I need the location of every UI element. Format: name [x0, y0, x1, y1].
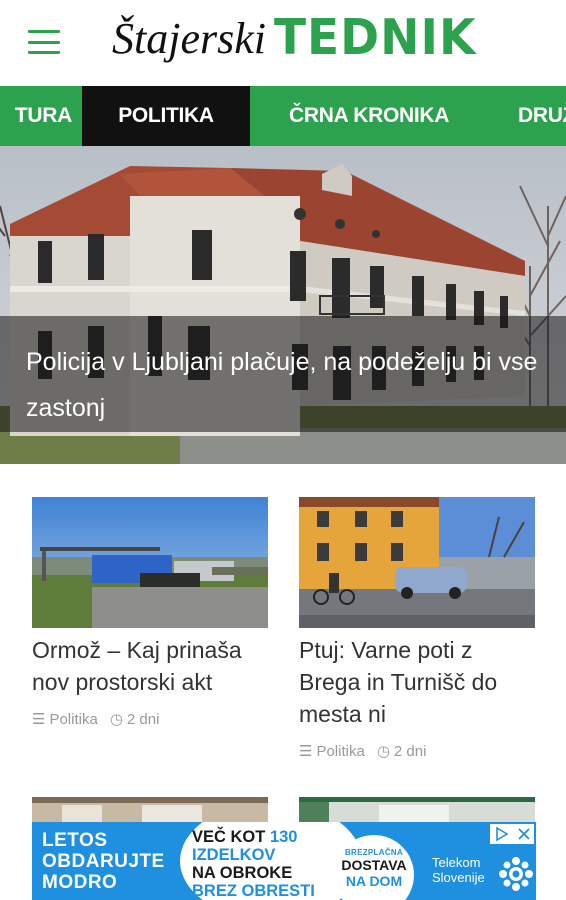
ad-left-line: LETOS [42, 830, 108, 851]
ad-mid-line: IZDELKOV [192, 846, 276, 864]
article-card[interactable]: Ormož – Kaj prinaša nov prostorski akt ☰… [32, 497, 268, 728]
menu-icon[interactable] [28, 30, 60, 54]
list-icon: ☰ [32, 711, 46, 728]
article-meta: ☰ Politika ◷ 2 dni [299, 742, 535, 761]
ad-circle-text: BREZPLAČNA DOSTAVA NA DOM [338, 848, 410, 889]
ad-left-line: OBDARUJTE [42, 851, 165, 872]
article-time-wrap: ◷ 2 dni [376, 742, 427, 761]
article-category[interactable]: Politika [49, 711, 97, 728]
article-time: 2 dni [126, 710, 160, 728]
logo-bold-text: TEDNIK [273, 8, 477, 67]
ad-gear-icon [499, 857, 533, 891]
tab-druzba[interactable]: DRUŽ [518, 86, 566, 146]
article-time-wrap: ◷ 2 dni [109, 710, 160, 729]
ad-choices[interactable] [490, 824, 534, 844]
ad-brand-line: Slovenije [432, 870, 485, 885]
ad-circle-small: BREZPLAČNA [344, 848, 404, 857]
ad-mid-line: VEČ KOT [192, 828, 266, 846]
ad-left-text: LETOS OBDARUJTE MODRO [42, 830, 165, 893]
ad-choices-icon[interactable] [494, 826, 510, 842]
list-icon: ☰ [299, 743, 313, 760]
hero-article[interactable]: Policija v Ljubljani plačuje, na podežel… [0, 146, 566, 464]
article-title[interactable]: Ptuj: Varne poti z Brega in Turnišč do m… [299, 634, 535, 730]
hero-title[interactable]: Policija v Ljubljani plačuje, na podežel… [26, 339, 546, 431]
ad-mid-line: NA OBROKE [192, 864, 293, 882]
ad-circle-line: DOSTAVA [341, 857, 407, 873]
article-image [32, 497, 268, 628]
site-logo[interactable]: Štajerski TEDNIK [112, 8, 477, 72]
article-meta: ☰ Politika ◷ 2 dni [32, 710, 268, 729]
tab-crna-kronika[interactable]: ČRNA KRONIKA [289, 86, 449, 146]
article-card[interactable]: Ptuj: Varne poti z Brega in Turnišč do m… [299, 497, 535, 760]
ad-brand: Telekom Slovenije [432, 855, 485, 885]
category-tabs: TURA POLITIKA ČRNA KRONIKA DRUŽ [0, 86, 566, 146]
clock-icon: ◷ [109, 711, 123, 728]
ad-circle-line: NA DOM [345, 873, 403, 889]
tab-kultura[interactable]: TURA [0, 86, 72, 146]
ad-left-line: MODRO [42, 872, 118, 893]
ad-mid-line: BREZ OBRESTI [192, 882, 315, 900]
article-image [299, 497, 535, 628]
article-time: 2 dni [393, 742, 427, 760]
close-icon[interactable] [517, 827, 531, 841]
app-header: Štajerski TEDNIK [0, 0, 566, 86]
ad-mid-text: VEČ KOT 130 IZDELKOV NA OBROKE BREZ OBRE… [192, 828, 315, 900]
clock-icon: ◷ [376, 743, 390, 760]
tab-politika[interactable]: POLITIKA [82, 86, 250, 146]
article-category[interactable]: Politika [316, 743, 364, 760]
ad-banner[interactable]: LETOS OBDARUJTE MODRO VEČ KOT 130 IZDELK… [32, 822, 536, 900]
ad-brand-line: Telekom [432, 855, 481, 870]
ad-mid-number: 130 [269, 828, 298, 846]
logo-script-text: Štajerski [112, 14, 266, 63]
article-title[interactable]: Ormož – Kaj prinaša nov prostorski akt [32, 634, 268, 698]
